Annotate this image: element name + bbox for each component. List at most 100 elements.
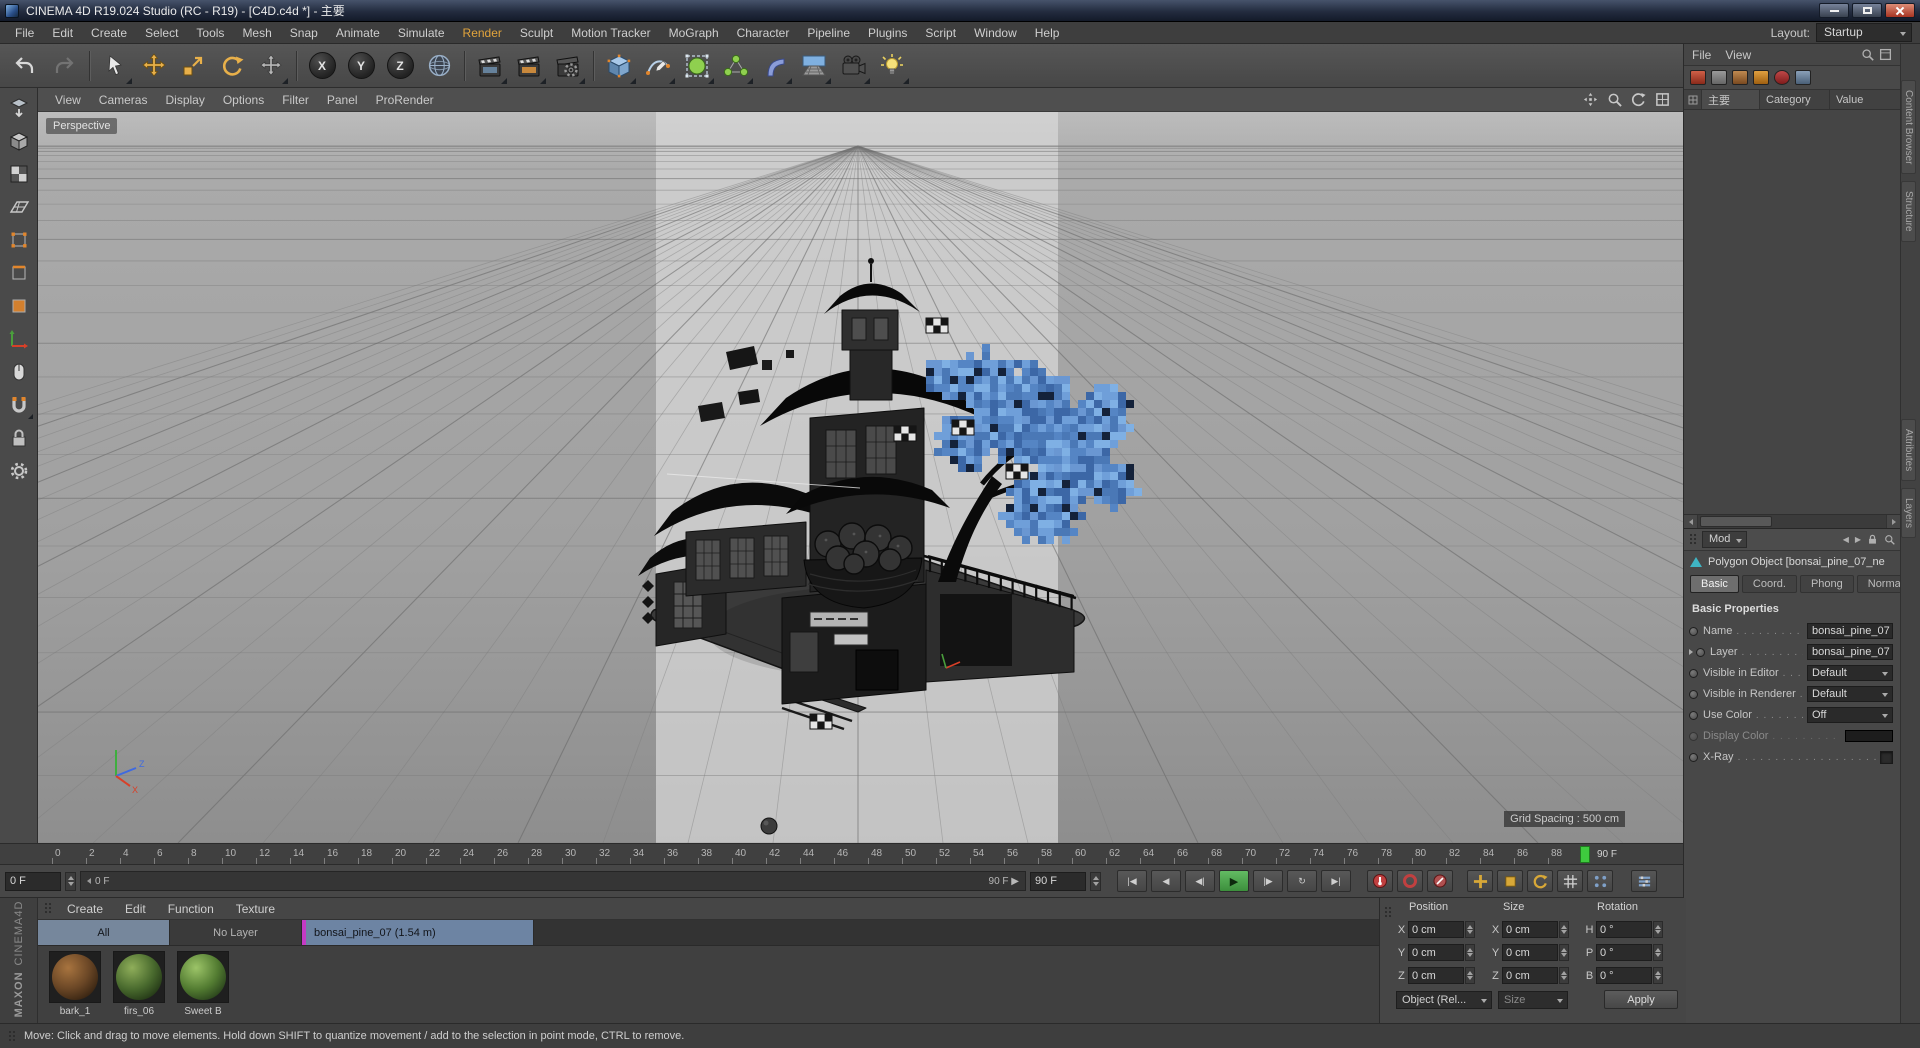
scale-tool-button[interactable]	[174, 46, 212, 86]
size-z-stepper[interactable]	[1559, 967, 1569, 984]
menu-item[interactable]: Motion Tracker	[562, 23, 659, 43]
material-item[interactable]: firs_06	[110, 951, 168, 1023]
workplane-mode-button[interactable]	[4, 192, 34, 222]
menu-item[interactable]: Snap	[281, 23, 327, 43]
undo-button[interactable]	[6, 46, 44, 86]
menu-item[interactable]: Edit	[43, 23, 82, 43]
key-rotation-button[interactable]	[1527, 870, 1553, 892]
toggle-view-button[interactable]	[1653, 91, 1671, 109]
snap-button[interactable]	[4, 390, 34, 420]
menu-item[interactable]: File	[6, 23, 43, 43]
position-x-field[interactable]: 0 cm	[1408, 921, 1464, 938]
mode-dropdown[interactable]: Mod	[1702, 531, 1748, 548]
display-color-swatch[interactable]	[1845, 730, 1893, 742]
manager-tab-icon-4[interactable]	[1753, 70, 1769, 85]
keyframe-selection-button[interactable]	[1427, 870, 1453, 892]
viewport-menu-item[interactable]: Display	[156, 91, 213, 109]
scroll-left-icon[interactable]	[1684, 515, 1698, 528]
timeline-ruler[interactable]: 0 2 4 6 8 10 12 14 16 18 20 22 24 26 28 30 32 34 36 38 40 42 4…	[0, 843, 1683, 865]
expander-icon[interactable]	[1689, 649, 1693, 655]
light-button[interactable]	[873, 46, 911, 86]
attribute-tab[interactable]: Coord.	[1741, 575, 1797, 593]
menu-item[interactable]: Mesh	[233, 23, 280, 43]
lock-icon[interactable]	[1867, 534, 1878, 545]
rotation-p-stepper[interactable]	[1653, 944, 1663, 961]
camera-label[interactable]: Perspective	[46, 118, 118, 134]
camera-button[interactable]	[834, 46, 872, 86]
viewport-menu-item[interactable]: View	[46, 91, 90, 109]
material-name[interactable]: firs_06	[124, 1006, 154, 1017]
apply-button[interactable]: Apply	[1604, 990, 1678, 1009]
material-menu-item[interactable]: Edit	[114, 900, 157, 918]
side-tab[interactable]: Layers	[1901, 488, 1916, 539]
viewport-solo-button[interactable]	[4, 357, 34, 387]
visible-renderer-select[interactable]: Default	[1807, 686, 1893, 702]
move-tool-button[interactable]	[135, 46, 173, 86]
manager-tab-icon-2[interactable]	[1711, 70, 1727, 85]
size-mode-select[interactable]: Size	[1498, 990, 1568, 1009]
lock-y-axis-button[interactable]: Y	[342, 46, 380, 86]
anim-dot-icon[interactable]	[1689, 668, 1698, 678]
size-y-field[interactable]: 0 cm	[1502, 944, 1558, 961]
lock-x-axis-button[interactable]: X	[303, 46, 341, 86]
key-pla-button[interactable]	[1587, 870, 1613, 892]
last-tool-button[interactable]	[252, 46, 290, 86]
use-color-select[interactable]: Off	[1807, 707, 1893, 723]
menu-item[interactable]: Pipeline	[798, 23, 859, 43]
menu-item[interactable]: Script	[916, 23, 965, 43]
viewport-menu-item[interactable]: Panel	[318, 91, 367, 109]
zoom-view-button[interactable]	[1605, 91, 1623, 109]
history-forward-icon[interactable]: ▶	[1855, 535, 1861, 544]
scrollbar-thumb[interactable]	[1700, 516, 1772, 527]
play-button[interactable]: ▶	[1219, 870, 1249, 892]
rotate-tool-button[interactable]	[213, 46, 251, 86]
next-frame-button[interactable]: |▶	[1253, 870, 1283, 892]
anim-dot-icon[interactable]	[1689, 731, 1698, 741]
size-y-stepper[interactable]	[1559, 944, 1569, 961]
search-icon[interactable]	[1884, 534, 1895, 545]
live-selection-button[interactable]	[96, 46, 134, 86]
menu-item[interactable]: Render	[454, 23, 511, 43]
layer-tab-all[interactable]: All	[38, 920, 170, 945]
menu-item[interactable]: Create	[82, 23, 136, 43]
position-y-field[interactable]: 0 cm	[1408, 944, 1464, 961]
redo-button[interactable]	[45, 46, 83, 86]
viewport-menu-item[interactable]: ProRender	[367, 91, 443, 109]
maximize-button[interactable]	[1852, 3, 1882, 18]
xray-checkbox[interactable]	[1880, 750, 1893, 764]
go-to-start-button[interactable]: |◀	[1117, 870, 1147, 892]
key-parameter-button[interactable]	[1557, 870, 1583, 892]
rotation-h-stepper[interactable]	[1653, 921, 1663, 938]
polygons-mode-button[interactable]	[4, 291, 34, 321]
menu-item[interactable]: Simulate	[389, 23, 454, 43]
scene-null-sphere[interactable]	[760, 817, 778, 835]
menu-item[interactable]: Animate	[327, 23, 389, 43]
end-frame-stepper[interactable]	[1090, 871, 1101, 891]
panel-grip[interactable]	[44, 902, 52, 915]
render-view-button[interactable]	[471, 46, 509, 86]
name-input[interactable]: bonsai_pine_07	[1807, 623, 1893, 639]
menu-item[interactable]: Character	[728, 23, 799, 43]
viewport-menu-item[interactable]: Cameras	[90, 91, 157, 109]
object-manager-tab[interactable]: 主要	[1702, 90, 1760, 109]
panel-grip[interactable]	[1689, 533, 1697, 546]
mograph-button[interactable]	[717, 46, 755, 86]
anim-dot-icon[interactable]	[1689, 752, 1698, 762]
material-item[interactable]: bark_1	[46, 951, 104, 1023]
make-editable-button[interactable]	[4, 93, 34, 123]
autokey-button[interactable]	[1397, 870, 1423, 892]
object-manager-menu-item[interactable]: File	[1692, 48, 1711, 62]
playhead[interactable]	[1580, 846, 1590, 863]
layout-select[interactable]: Startup	[1816, 23, 1912, 42]
timeline-options-button[interactable]	[1631, 870, 1657, 892]
pan-view-button[interactable]	[1581, 91, 1599, 109]
viewport-menu-item[interactable]: Options	[214, 91, 273, 109]
end-frame-field[interactable]: 90 F	[1030, 871, 1086, 891]
material-menu-item[interactable]: Create	[56, 900, 114, 918]
object-manager-menu-item[interactable]: View	[1725, 48, 1751, 62]
viewport[interactable]: Z X Perspective Grid Spacing : 500 cm	[38, 112, 1683, 843]
model-mode-button[interactable]	[4, 126, 34, 156]
points-mode-button[interactable]	[4, 225, 34, 255]
search-icon[interactable]	[1861, 48, 1874, 61]
column-category[interactable]: Category	[1760, 90, 1830, 109]
